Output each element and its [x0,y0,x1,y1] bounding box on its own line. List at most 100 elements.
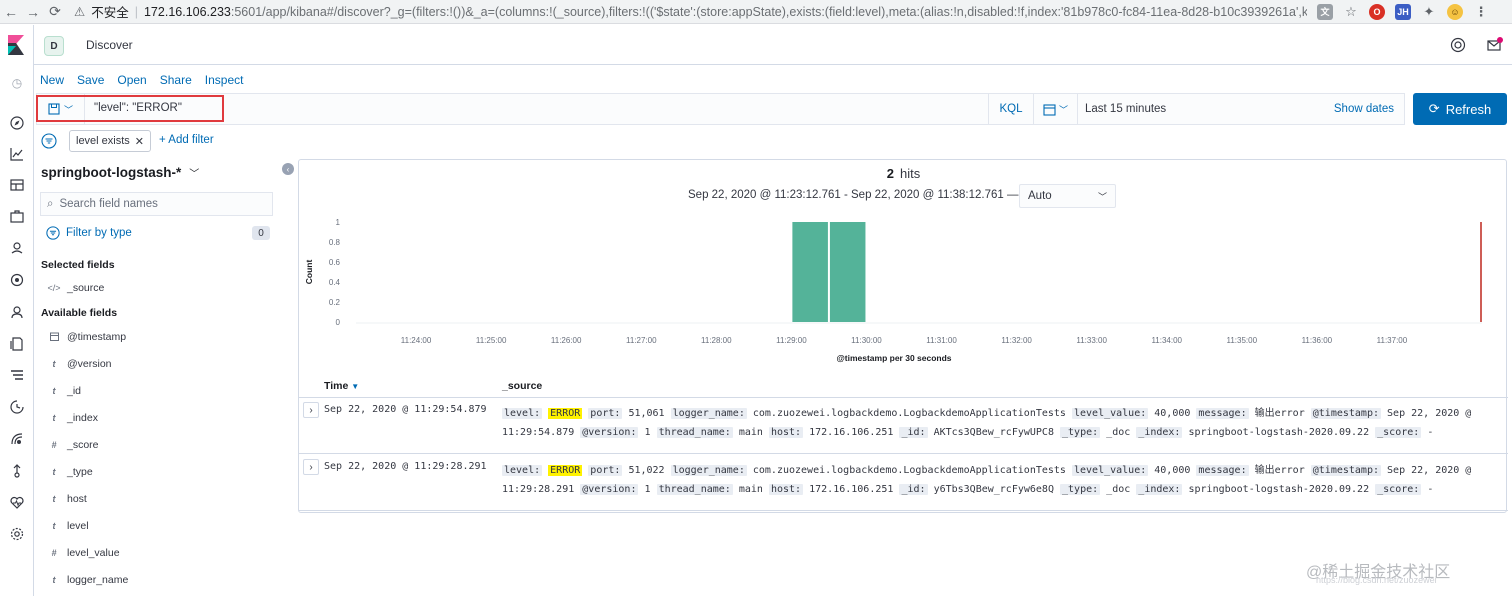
highlighted-value: ERROR [548,408,583,419]
field-item[interactable]: t _type [47,465,93,479]
show-dates-link[interactable]: Show dates [1334,103,1394,115]
field-item[interactable]: t _id [47,384,82,398]
ml-icon[interactable] [7,270,27,290]
kql-language-toggle[interactable]: KQL [988,93,1034,125]
field-item[interactable]: # level_value [47,546,119,560]
menu-inspect[interactable]: Inspect [205,73,244,87]
source-key: level_value: [1071,408,1149,419]
watermark-url: https://blog.csdn.net/zuozewei [1316,575,1437,585]
menu-icon[interactable]: ⋮ [1473,4,1489,20]
field-item[interactable]: t @version [47,357,112,371]
expand-row-icon[interactable]: › [303,459,319,475]
source-key: port: [588,465,623,476]
refresh-icon: ⟳ [1428,101,1440,116]
source-key: @timestamp: [1310,465,1381,476]
field-item[interactable]: @timestamp [47,330,126,344]
source-line: level: ERROR port: 51,022 logger_name: c… [502,461,1492,480]
field-item[interactable]: t logger_name [47,573,129,587]
query-input[interactable]: "level": "ERROR" [94,102,182,114]
kibana-logo-icon[interactable] [7,35,25,55]
selected-fields-title: Selected fields [41,259,115,271]
row-time: Sep 22, 2020 @ 11:29:54.879 [324,404,487,415]
siem-icon[interactable] [7,429,27,449]
profile-avatar[interactable]: ☺ [1447,3,1463,20]
news-feed-mail-icon[interactable] [1486,36,1504,54]
source-value: Sep 22, 2020 @ [1387,465,1472,476]
source-key: level_value: [1071,465,1149,476]
highlighted-value: ERROR [548,465,583,476]
apm-icon[interactable] [7,366,27,386]
filter-pill[interactable]: level exists ✕ [69,130,152,152]
add-filter-button[interactable]: + Add filter [159,134,214,146]
collapse-sidebar-icon[interactable]: ‹ [282,163,294,175]
field-item[interactable]: t level [47,519,89,533]
search-icon: ⌕ [47,197,54,210]
security-label: 不安全 [91,6,129,20]
logs-icon[interactable] [7,334,27,354]
stack-monitoring-icon[interactable] [7,493,27,513]
source-key: @version: [580,484,639,495]
space-avatar[interactable]: D [44,36,64,56]
quick-select-button[interactable]: ﹀ [1034,94,1078,124]
field-item[interactable]: </> _source [47,281,104,295]
puzzle-icon[interactable]: ✦ [1421,4,1437,20]
back-icon[interactable]: ← [0,1,22,23]
discover-compass-icon[interactable] [7,113,27,133]
expand-row-icon[interactable]: › [303,402,319,418]
menu-new[interactable]: New [40,73,64,87]
management-gear-icon[interactable] [7,524,27,544]
source-key: logger_name: [670,408,747,419]
chevron-down-icon: ﹀ [1097,191,1107,202]
save-disk-icon [48,103,60,115]
source-value: 172.16.106.251 [809,427,894,438]
reload-icon[interactable]: ⟳ [44,1,66,23]
jh-extension-icon[interactable]: JH [1395,3,1411,20]
y-axis-title: Count [304,260,314,285]
forward-icon[interactable]: → [22,1,44,23]
uptime-icon[interactable] [7,397,27,417]
address-bar[interactable]: ⚠ 不安全 | 172.16.106.233 :5601/app/kibana#… [72,2,1307,22]
interval-select[interactable]: Auto ﹀ [1019,184,1116,208]
url-separator: | [134,4,138,19]
hits-label: hits [900,166,921,181]
index-pattern-selector[interactable]: springboot-logstash-* ﹀ [41,165,199,180]
source-key: @version: [580,427,639,438]
source-value: Sep 22, 2020 @ [1387,408,1472,419]
saved-query-button[interactable]: ﹀ [37,94,85,124]
field-item[interactable]: t _index [47,411,98,425]
field-search-input[interactable]: ⌕ Search field names [40,192,273,216]
time-header-label: Time [324,380,349,392]
menu-save[interactable]: Save [77,73,104,87]
menu-share[interactable]: Share [160,73,192,87]
refresh-button[interactable]: ⟳ Refresh [1413,93,1507,125]
canvas-icon[interactable] [7,207,27,227]
filter-by-type-button[interactable]: Filter by type [46,226,132,240]
close-icon[interactable]: ✕ [135,135,144,148]
dashboard-icon[interactable] [7,175,27,195]
opera-extension-icon[interactable]: O [1369,3,1385,20]
field-search-placeholder: Search field names [59,198,158,210]
maps-icon[interactable] [7,238,27,258]
x-tick-label: 11:34:00 [1151,336,1182,345]
field-item[interactable]: # _score [47,438,98,452]
dev-tools-icon[interactable] [7,461,27,481]
source-value: _doc [1106,427,1131,438]
results-panel: 2 hits Sep 22, 2020 @ 11:23:12.761 - Sep … [298,159,1508,513]
translate-icon[interactable]: 文 [1317,3,1333,20]
source-value: springboot-logstash-2020.09.22 [1188,484,1370,495]
table-row[interactable]: › Sep 22, 2020 @ 11:29:54.879 level: ERROR… [299,398,1508,454]
recent-icon[interactable]: ◷ [7,73,27,93]
x-tick-label: 11:26:00 [551,336,582,345]
x-tick-label: 11:28:00 [701,336,732,345]
menu-open[interactable]: Open [117,73,146,87]
source-key: _id: [899,427,928,438]
time-column-header[interactable]: Time ▼ [324,380,359,392]
table-row[interactable]: › Sep 22, 2020 @ 11:29:28.291 level: ERROR… [299,455,1508,511]
filter-options-icon[interactable] [41,133,57,149]
time-range-text[interactable]: Last 15 minutes [1085,103,1166,115]
visualize-icon[interactable] [7,144,27,164]
star-icon[interactable]: ☆ [1343,4,1359,20]
help-lifebuoy-icon[interactable] [1450,37,1466,53]
infrastructure-icon[interactable] [7,302,27,322]
field-item[interactable]: t host [47,492,87,506]
